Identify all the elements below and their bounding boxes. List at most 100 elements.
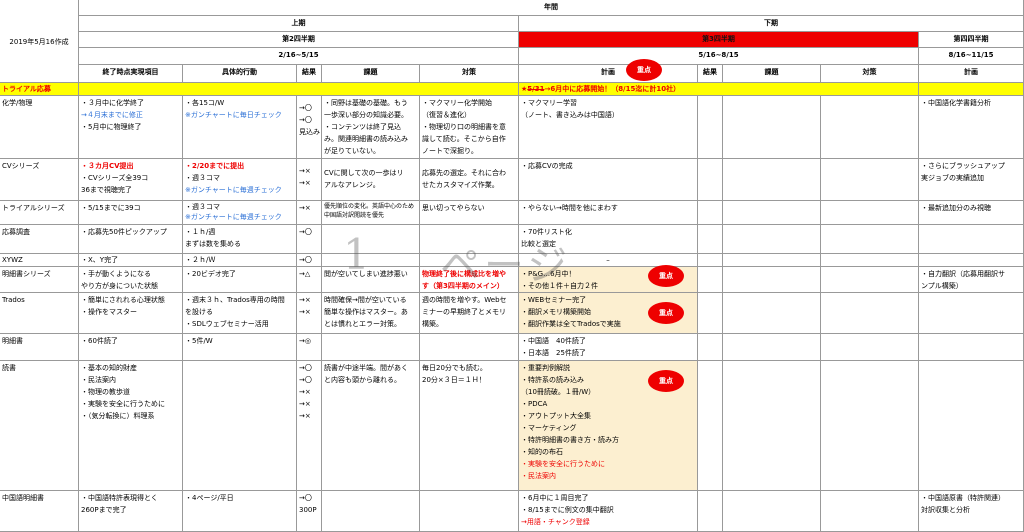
row-label-cv-series[interactable]: CVシリーズ [0,159,79,201]
q3-range[interactable]: 5/16~8/15 [519,48,919,65]
xywz-plan-q4[interactable] [919,254,1024,267]
trialseries-issue[interactable]: 優先順位の変化。英語中心のため 中国語対訳閲読を優先 [322,201,420,225]
reading-issue-q3[interactable] [723,361,821,491]
reading-outcome[interactable]: ・基本の知的財産 ・民法案内 ・物理の教歩道 ・実験を安全に行うために ・（気分転換に）… [79,361,183,491]
trados-issue-q3[interactable] [723,293,821,334]
row-label-reading[interactable]: 読書 [0,361,79,491]
cv-issue[interactable]: CVに関して次の一歩はリ アルなアレンジ。 [322,159,420,201]
col-header-plan-q3[interactable]: 計画 [519,65,698,83]
cnspec-plan-q4[interactable]: ・中国語原書（特許関連） 対訳収集と分析 [919,491,1024,532]
survey-issue-q3[interactable] [723,225,821,254]
meisai-result[interactable]: →◎ [297,334,322,361]
meisai-plan-q3[interactable]: ・中国語 40件読了 ・日本語 25件読了 [519,334,698,361]
meisai-measure-q3[interactable] [821,334,919,361]
chem-result[interactable]: →〇 →〇 見込み [297,96,322,159]
reading-action[interactable] [183,361,297,491]
cnspec-result-q3[interactable] [698,491,723,532]
meisai-outcome[interactable]: ・60件読了 [79,334,183,361]
cv-measure-q3[interactable] [821,159,919,201]
chem-plan-q3[interactable]: ・マクマリー学習 （ノート、書き込みは中国語） [519,96,698,159]
chem-issue-q3[interactable] [723,96,821,159]
reading-issue[interactable]: 読書が中途半端。間があく と内容も頭から離れる。 [322,361,420,491]
col-header-result[interactable]: 結果 [297,65,322,83]
created-date-cell[interactable]: 2019年5月16作成 [0,0,79,83]
col-header-result-q3[interactable]: 結果 [698,65,723,83]
col-header-outcome[interactable]: 終了時点実現項目 [79,65,183,83]
trial-q4-cell[interactable] [919,83,1024,96]
col-header-measure[interactable]: 対策 [420,65,519,83]
trados-action[interactable]: ・週末３ｈ、Trados専用の時間 を設ける ・SDLウェブセミナー活用 [183,293,297,334]
chem-plan-q4[interactable]: ・中国語化学書籍分析 [919,96,1024,159]
second-half-header[interactable]: 下期 [519,16,1024,32]
spec-issue-q3[interactable] [723,267,821,293]
trialseries-plan-q3[interactable]: ・やらない→時間を他にまわす [519,201,698,225]
chem-issue[interactable]: ・同野は基礎の基礎。もう 一歩深い部分の知識必要。 ・コンテンツは終了見込 み。関連明… [322,96,420,159]
col-header-issue[interactable]: 課題 [322,65,420,83]
chem-result-q3[interactable] [698,96,723,159]
trialseries-measure-q3[interactable] [821,201,919,225]
reading-plan-q4[interactable] [919,361,1024,491]
trialseries-result[interactable]: →× [297,201,322,225]
trialseries-measure[interactable]: 思い切ってやらない [420,201,519,225]
meisai-issue-q3[interactable] [723,334,821,361]
cnspec-measure-q3[interactable] [821,491,919,532]
cv-result-q3[interactable] [698,159,723,201]
row-label-xywz[interactable]: XYWZ [0,254,79,267]
annual-header[interactable]: 年間 [79,0,1024,16]
xywz-issue[interactable] [322,254,420,267]
q4-range[interactable]: 8/16~11/15 [919,48,1024,65]
reading-measure-q3[interactable] [821,361,919,491]
xywz-outcome[interactable]: ・X、Y完了 [79,254,183,267]
chem-measure[interactable]: ・マクマリー化学開始 （復習＆進化） ・物理切り口の明細書を意 識して読む。そこから自… [420,96,519,159]
row-label-trial-series[interactable]: トライアルシリーズ [0,201,79,225]
chem-outcome[interactable]: ・３月中に化学終了 →４月末までに修正 ・5月中に物理終了 [79,96,183,159]
survey-issue[interactable] [322,225,420,254]
chem-measure-q3[interactable] [821,96,919,159]
survey-action[interactable]: ・１ｈ/週 まずは数を集める [183,225,297,254]
trialseries-result-q3[interactable] [698,201,723,225]
cnspec-result[interactable]: →〇 300P [297,491,322,532]
cnspec-measure[interactable] [420,491,519,532]
trialseries-issue-q3[interactable] [723,201,821,225]
xywz-issue-q3[interactable] [723,254,821,267]
trial-application-label[interactable]: トライアル応募 [0,83,79,96]
trial-q2-area[interactable] [79,83,519,96]
trados-result[interactable]: →× →× [297,293,322,334]
reading-measure[interactable]: 毎日20分でも読む。 20分×３日＝１Ｈ！ [420,361,519,491]
survey-outcome[interactable]: ・応募先50件ピックアップ [79,225,183,254]
row-label-spec-series[interactable]: 明細書シリーズ [0,267,79,293]
survey-measure-q3[interactable] [821,225,919,254]
q4-header[interactable]: 第四四半期 [919,32,1024,48]
survey-result-q3[interactable] [698,225,723,254]
col-header-plan-q4[interactable]: 計画 [919,65,1024,83]
survey-result[interactable]: →〇 [297,225,322,254]
cnspec-issue[interactable] [322,491,420,532]
trialseries-action[interactable]: ・週３コマ ※ガンチャートに毎週チェック [183,201,297,225]
spec-result[interactable]: →△ [297,267,322,293]
row-label-specification[interactable]: 明細書 [0,334,79,361]
trados-plan-q4[interactable] [919,293,1024,334]
xywz-result[interactable]: →〇 [297,254,322,267]
cnspec-outcome[interactable]: ・中国語特許表現得とく 260Pまで完了 [79,491,183,532]
meisai-action[interactable]: ・5件/W [183,334,297,361]
trialseries-outcome[interactable]: ・5/15までに39コ [79,201,183,225]
trados-outcome[interactable]: ・簡単にされれる心理状態 ・操作をマスター [79,293,183,334]
spec-result-q3[interactable] [698,267,723,293]
spec-action[interactable]: ・20ビデオ完了 [183,267,297,293]
trados-result-q3[interactable] [698,293,723,334]
chem-action[interactable]: ・各15コ/W ※ガンチャートに毎日チェック [183,96,297,159]
trados-measure-q3[interactable] [821,293,919,334]
cv-plan-q3[interactable]: ・応募CVの完成 [519,159,698,201]
spec-outcome[interactable]: ・手が動くようになる やり方が身についた状態 [79,267,183,293]
xywz-action[interactable]: ・２ｈ/Ｗ [183,254,297,267]
xywz-measure-q3[interactable] [821,254,919,267]
cv-outcome[interactable]: ・３カ月CV提出 ・CVシリーズ全39コ 36まで視聴完了 [79,159,183,201]
meisai-result-q3[interactable] [698,334,723,361]
meisai-plan-q4[interactable] [919,334,1024,361]
row-label-chemistry[interactable]: 化学/物理 [0,96,79,159]
cv-action[interactable]: ・2/20までに提出 ・週３コマ ※ガンチャートに毎週チェック [183,159,297,201]
meisai-measure[interactable] [420,334,519,361]
row-label-chinese-spec[interactable]: 中国語明細書 [0,491,79,532]
cv-plan-q4[interactable]: ・さらにブラッシュアップ 実ジョブの実績追加 [919,159,1024,201]
cv-issue-q3[interactable] [723,159,821,201]
